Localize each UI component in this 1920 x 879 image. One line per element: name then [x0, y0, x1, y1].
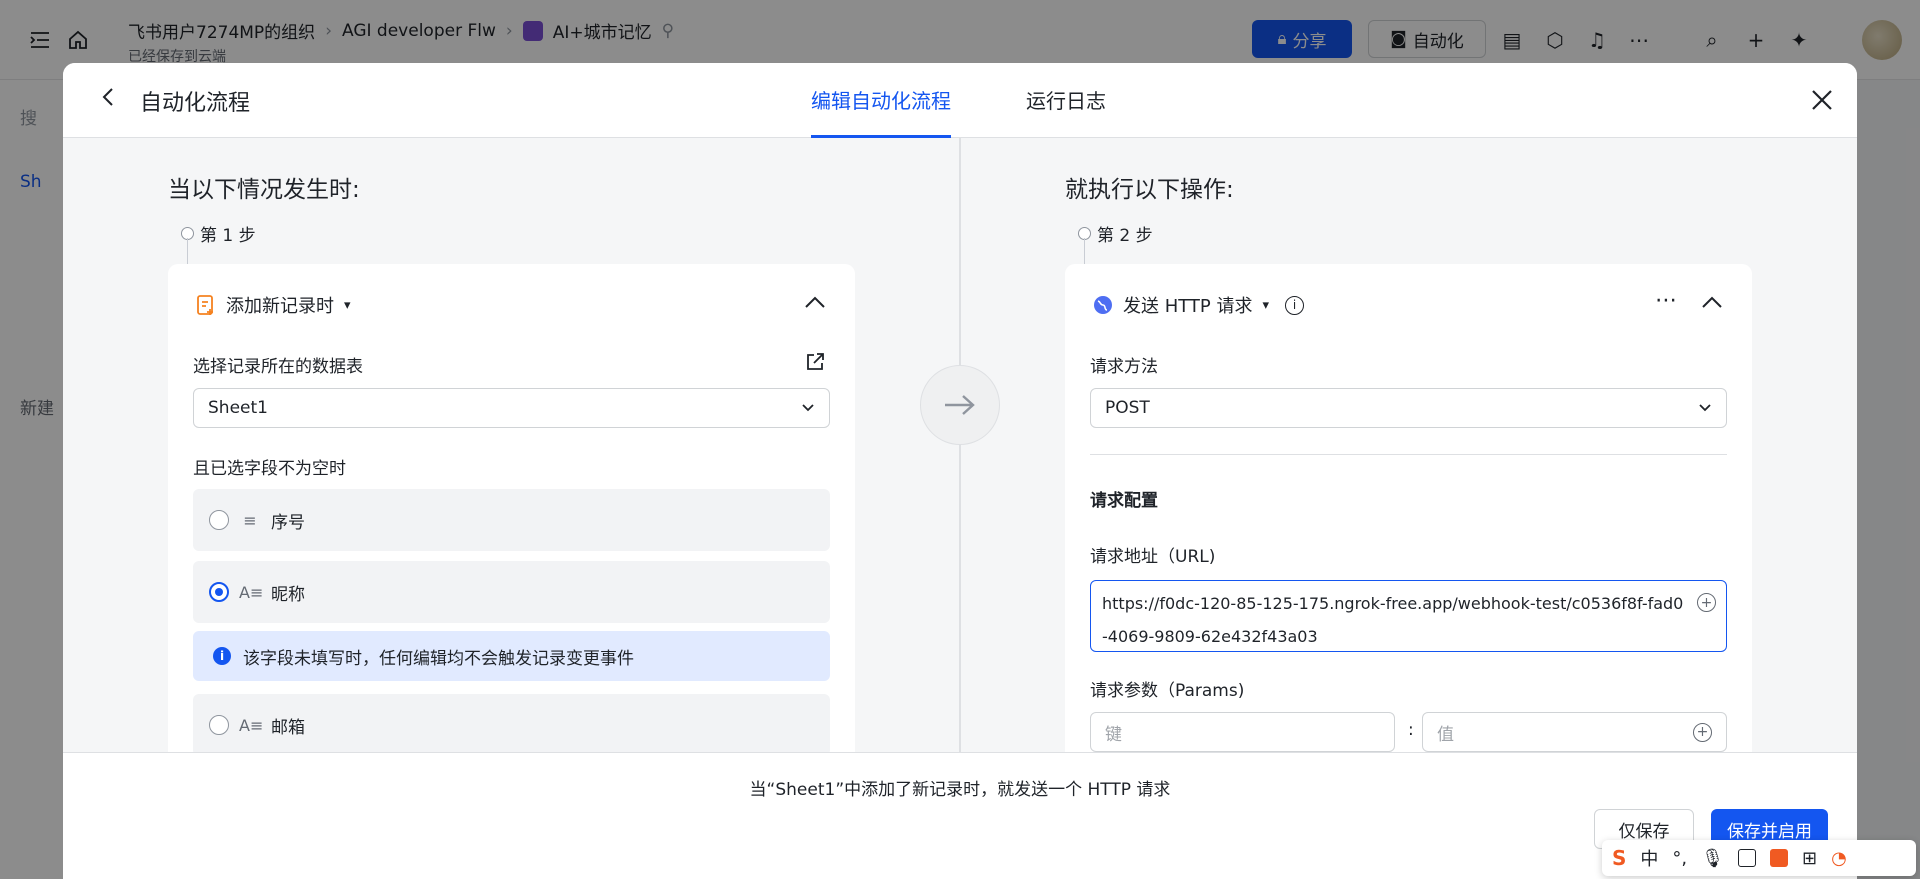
table-select-value: Sheet1 [208, 398, 268, 418]
url-label: 请求地址（URL) [1090, 547, 1216, 567]
number-list-icon: ≡ [243, 510, 257, 530]
more-icon[interactable]: ⋯ [1655, 288, 1678, 313]
field-notice: i 该字段未填写时，任何编辑均不会触发记录变更事件 [193, 631, 830, 681]
notice-text: 该字段未填写时，任何编辑均不会触发记录变更事件 [243, 648, 634, 669]
action-card: 发送 HTTP 请求 ▾ i ⋯ 请求方法 POST 请求配置 请求地址（URL… [1065, 264, 1752, 752]
arrow-right-icon [945, 395, 975, 415]
step-connector [187, 238, 188, 264]
chevron-up-icon[interactable] [1700, 292, 1724, 312]
close-icon[interactable] [1809, 87, 1835, 113]
table-label: 选择记录所在的数据表 [193, 357, 363, 377]
trigger-card-head[interactable]: 添加新记录时 ▾ [196, 292, 351, 318]
keyboard-icon[interactable] [1738, 849, 1756, 867]
table-select[interactable]: Sheet1 [193, 388, 830, 428]
trigger-section-title: 当以下情况发生时: [168, 177, 360, 203]
url-input[interactable]: https://f0dc-120-85-125-175.ngrok-free.a… [1090, 580, 1727, 652]
step-label: 第 2 步 [1097, 226, 1153, 246]
fields-label: 且已选字段不为空时 [193, 459, 346, 479]
action-section-title: 就执行以下操作: [1065, 177, 1234, 203]
method-select[interactable]: POST [1090, 388, 1727, 428]
tab-edit-flow[interactable]: 编辑自动化流程 [811, 85, 951, 138]
automation-modal: 自动化流程 编辑自动化流程 运行日志 当以下情况发生时: 第 1 步 添加新记录… [63, 63, 1857, 879]
value-placeholder: 值 [1437, 724, 1454, 745]
radio-checked[interactable] [209, 582, 229, 602]
chevron-up-icon[interactable] [803, 292, 827, 312]
chevron-down-icon: ▾ [344, 297, 351, 313]
grid-icon[interactable]: ⊞ [1802, 848, 1817, 869]
sogou-logo-icon[interactable]: S [1612, 846, 1626, 870]
flow-summary: 当“Sheet1”中添加了新记录时，就发送一个 HTTP 请求 [749, 780, 1171, 800]
field-option-email[interactable]: A≡ 邮箱 [193, 694, 830, 752]
kv-separator: : [1408, 720, 1414, 740]
method-select-value: POST [1105, 398, 1150, 418]
back-icon[interactable] [97, 85, 121, 109]
chevron-down-icon: ▾ [1262, 297, 1270, 313]
open-external-icon[interactable] [805, 352, 825, 376]
field-option-index[interactable]: ≡ 序号 [193, 489, 830, 551]
param-value-input[interactable]: 值 + [1422, 712, 1727, 752]
info-outline-icon[interactable]: i [1285, 295, 1305, 315]
globe-icon [1094, 296, 1112, 314]
modal-header: 自动化流程 编辑自动化流程 运行日志 [63, 63, 1857, 138]
action-card-head[interactable]: 发送 HTTP 请求 ▾ i [1093, 292, 1305, 318]
trigger-type: 添加新记录时 [226, 296, 334, 317]
field-option-nickname[interactable]: A≡ 昵称 [193, 561, 830, 623]
ime-punctuation[interactable]: °, [1672, 848, 1687, 869]
trigger-step: 第 1 步 [181, 221, 256, 246]
microphone-icon[interactable]: 🎙︎ [1701, 848, 1724, 869]
text-field-icon: A≡ [239, 582, 264, 602]
section-divider [1090, 454, 1727, 455]
ime-language[interactable]: 中 [1640, 845, 1658, 871]
text-field-icon: A≡ [239, 715, 264, 735]
add-record-icon [197, 295, 213, 315]
chevron-down-icon [801, 398, 815, 418]
action-step: 第 2 步 [1078, 221, 1153, 246]
radio-unchecked[interactable] [209, 715, 229, 735]
action-type: 发送 HTTP 请求 [1123, 296, 1253, 317]
tab-run-log[interactable]: 运行日志 [1026, 85, 1106, 138]
method-label: 请求方法 [1090, 357, 1158, 377]
radio-unchecked[interactable] [209, 510, 229, 530]
insert-variable-icon[interactable]: + [1693, 722, 1712, 742]
url-value: https://f0dc-120-85-125-175.ngrok-free.a… [1102, 594, 1684, 646]
flow-canvas: 当以下情况发生时: 第 1 步 添加新记录时 ▾ 选择记录所在的数据表 Shee… [63, 138, 1857, 752]
param-key-input[interactable]: 键 [1090, 712, 1395, 752]
step-label: 第 1 步 [200, 226, 256, 246]
field-label: 昵称 [271, 584, 305, 605]
flow-divider [959, 138, 961, 752]
trigger-card: 添加新记录时 ▾ 选择记录所在的数据表 Sheet1 且已选字段不为空时 ≡ 序… [168, 264, 855, 752]
chevron-down-icon [1698, 398, 1712, 418]
info-icon: i [213, 647, 231, 665]
config-title: 请求配置 [1090, 491, 1158, 511]
skin-icon[interactable] [1770, 849, 1788, 867]
field-label: 序号 [271, 512, 305, 533]
mascot-icon[interactable]: ◔ [1831, 848, 1847, 869]
modal-footer: 当“Sheet1”中添加了新记录时，就发送一个 HTTP 请求 仅保存 保存并启… [63, 752, 1857, 879]
ime-toolbar: S 中 °, 🎙︎ ⊞ ◔ [1602, 840, 1916, 876]
insert-variable-icon[interactable]: + [1697, 593, 1716, 612]
step-connector [1084, 238, 1085, 264]
field-label: 邮箱 [271, 717, 305, 738]
key-placeholder: 键 [1105, 724, 1122, 745]
flow-arrow [920, 365, 1000, 445]
modal-title: 自动化流程 [140, 91, 251, 116]
params-label: 请求参数（Params) [1090, 681, 1245, 701]
